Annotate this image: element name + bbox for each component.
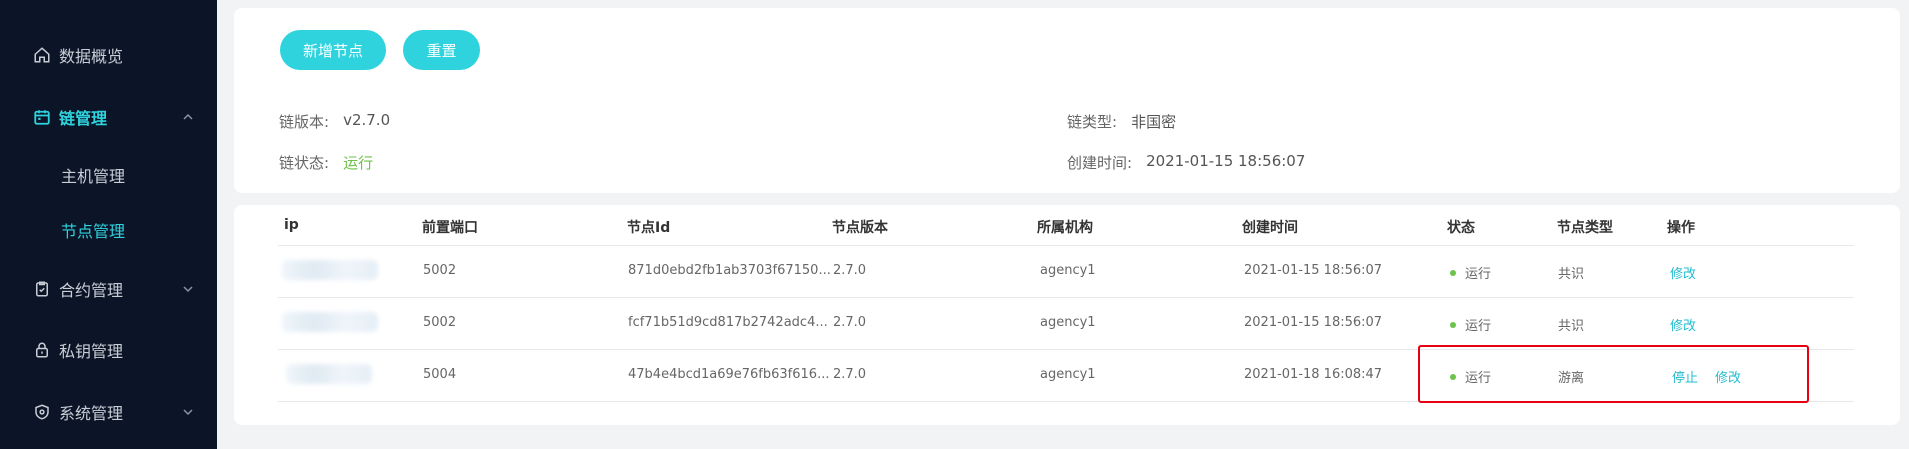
cell-status: 运行	[1450, 315, 1491, 334]
cell-status: 运行	[1450, 367, 1491, 386]
cell-port: 5002	[423, 263, 457, 278]
status-dot-icon	[1450, 269, 1456, 276]
redacted-ip	[282, 312, 378, 332]
chain-created-row: 创建时间: 2021-01-15 18:56:07	[1067, 152, 1305, 173]
status-dot-icon	[1450, 321, 1456, 328]
chain-type-value: 非国密	[1131, 113, 1177, 131]
table-row: 5002 fcf71b51d9cd817b2742adc4... 2.7.0 a…	[278, 298, 1854, 350]
chevron-down-icon	[180, 281, 196, 297]
status-dot-icon	[1450, 373, 1456, 380]
edit-link[interactable]: 修改	[1670, 263, 1696, 282]
chevron-down-icon	[180, 404, 196, 420]
sidebar-item-label: 链管理	[59, 109, 108, 128]
lock-icon	[32, 340, 52, 360]
cell-type: 游离	[1558, 371, 1585, 386]
sidebar-item-contracts[interactable]: 合约管理	[0, 265, 217, 313]
home-icon	[32, 45, 52, 65]
chain-version-value: v2.7.0	[343, 111, 391, 129]
column-header-agency: 所属机构	[1037, 220, 1093, 236]
stop-link[interactable]: 停止	[1672, 367, 1698, 386]
cell-node-id: fcf71b51d9cd817b2742adc4...	[628, 315, 828, 330]
sidebar-subitem-hosts[interactable]: 主机管理	[0, 153, 217, 197]
status-text: 运行	[1465, 267, 1492, 282]
sidebar-item-overview[interactable]: 数据概览	[0, 31, 217, 79]
sidebar-item-label: 私钥管理	[59, 342, 124, 361]
sidebar-item-label: 数据概览	[59, 47, 124, 66]
edit-link[interactable]: 修改	[1670, 315, 1696, 334]
chain-created-value: 2021-01-15 18:56:07	[1146, 152, 1306, 170]
chain-type-key: 链类型:	[1067, 113, 1118, 131]
cell-agency: agency1	[1040, 315, 1096, 330]
cell-version: 2.7.0	[833, 315, 867, 330]
reset-button[interactable]: 重置	[403, 30, 480, 70]
sidebar-subitem-nodes[interactable]: 节点管理	[0, 208, 217, 252]
table-row: 5002 871d0ebd2fb1ab3703f67150... 2.7.0 a…	[278, 246, 1854, 298]
chain-created-key: 创建时间:	[1067, 154, 1133, 172]
chevron-up-icon	[180, 109, 196, 125]
table-row: 5004 47b4e4bcd1a69e76fb63f616... 2.7.0 a…	[278, 350, 1854, 402]
sidebar-item-system[interactable]: 系统管理	[0, 388, 217, 436]
column-header-version: 节点版本	[832, 220, 888, 236]
column-header-type: 节点类型	[1557, 220, 1613, 236]
shield-icon	[32, 402, 52, 422]
cell-agency: agency1	[1040, 263, 1096, 278]
column-header-created: 创建时间	[1242, 220, 1298, 236]
cell-node-id: 871d0ebd2fb1ab3703f67150...	[628, 263, 831, 278]
sidebar: 数据概览 链管理 主机管理 节点管理 合约管理 私钥管理 系统管理	[0, 0, 217, 449]
cell-node-id: 47b4e4bcd1a69e76fb63f616...	[628, 367, 830, 382]
redacted-ip	[282, 260, 378, 280]
calendar-icon	[32, 107, 52, 127]
cell-version: 2.7.0	[833, 263, 867, 278]
chain-status-key: 链状态:	[279, 154, 330, 172]
chain-info-card: 新增节点 重置 链版本: v2.7.0 链状态: 运行 链类型: 非国密 创建时…	[234, 8, 1900, 193]
sidebar-item-label: 系统管理	[59, 404, 124, 423]
column-header-node-id: 节点Id	[627, 220, 671, 236]
cell-created: 2021-01-18 16:08:47	[1244, 367, 1383, 382]
column-header-port: 前置端口	[422, 220, 478, 236]
cell-created: 2021-01-15 18:56:07	[1244, 315, 1383, 330]
column-header-status: 状态	[1447, 220, 1475, 236]
chain-type-row: 链类型: 非国密	[1067, 111, 1176, 132]
sidebar-subitem-label: 节点管理	[61, 222, 126, 241]
cell-port: 5002	[423, 315, 457, 330]
add-node-button[interactable]: 新增节点	[280, 30, 386, 70]
status-text: 运行	[1465, 371, 1492, 386]
cell-created: 2021-01-15 18:56:07	[1244, 263, 1383, 278]
edit-link[interactable]: 修改	[1715, 367, 1741, 386]
sidebar-item-chain[interactable]: 链管理	[0, 93, 217, 141]
status-text: 运行	[1465, 319, 1492, 334]
column-header-actions: 操作	[1667, 220, 1695, 236]
cell-agency: agency1	[1040, 367, 1096, 382]
cell-version: 2.7.0	[833, 367, 867, 382]
sidebar-item-keys[interactable]: 私钥管理	[0, 326, 217, 374]
chain-version-row: 链版本: v2.7.0	[279, 111, 390, 132]
sidebar-subitem-label: 主机管理	[61, 167, 126, 186]
column-header-ip: ip	[284, 217, 299, 233]
cell-type: 共识	[1558, 319, 1585, 334]
cell-status: 运行	[1450, 263, 1491, 282]
redacted-ip	[286, 364, 372, 384]
table-header: ip 前置端口 节点Id 节点版本 所属机构 创建时间 状态 节点类型 操作	[278, 205, 1854, 246]
chain-version-key: 链版本:	[279, 113, 330, 131]
cell-port: 5004	[423, 367, 457, 382]
clipboard-check-icon	[32, 279, 52, 299]
node-table: ip 前置端口 节点Id 节点版本 所属机构 创建时间 状态 节点类型 操作 5…	[234, 205, 1900, 425]
cell-type: 共识	[1558, 267, 1585, 282]
chain-status-row: 链状态: 运行	[279, 152, 373, 173]
sidebar-item-label: 合约管理	[59, 281, 124, 300]
chain-status-value: 运行	[343, 154, 374, 172]
